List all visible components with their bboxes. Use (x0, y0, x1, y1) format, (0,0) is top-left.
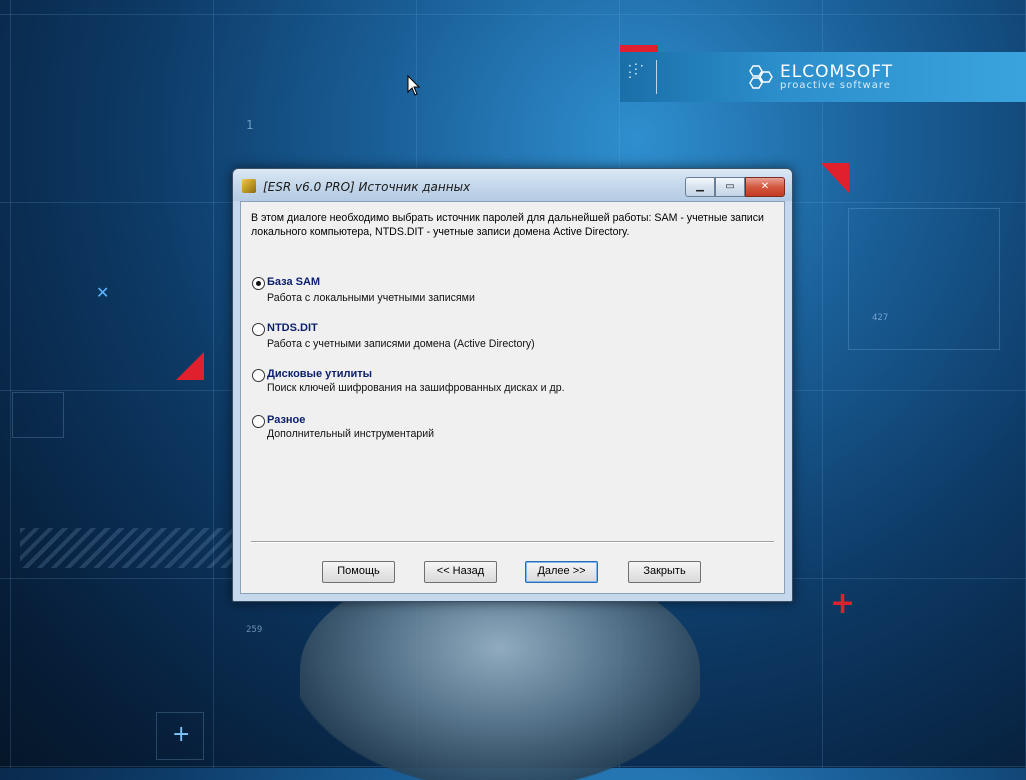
option-title[interactable]: NTDS.DIT (267, 322, 318, 334)
banner-red-accent (620, 45, 658, 52)
radio-disk-utils[interactable] (252, 369, 265, 382)
elcomsoft-logo-icon (749, 65, 773, 89)
red-corner-triangle (176, 352, 204, 380)
close-button[interactable]: Закрыть (628, 561, 701, 583)
minimize-icon: ▁ (696, 181, 704, 192)
deco-square (12, 392, 64, 438)
deco-number: 1 (246, 118, 254, 132)
radio-misc[interactable] (252, 415, 265, 428)
mouse-cursor-icon (407, 75, 421, 96)
cross-mark-icon: ✕ (96, 283, 110, 302)
button-separator (251, 541, 774, 543)
close-icon: ✕ (760, 181, 770, 192)
maximize-icon: ▭ (725, 181, 735, 192)
brand-name: ELCOMSOFT (780, 62, 894, 82)
deco-number: 427 (872, 313, 889, 323)
back-button[interactable]: << Назад (424, 561, 497, 583)
brand-tagline: proactive software (780, 80, 891, 91)
radio-sam[interactable] (252, 277, 265, 290)
red-plus-mark-icon: + (830, 586, 856, 621)
option-subtitle: Дополнительный инструментарий (267, 428, 435, 440)
option-title[interactable]: База SAM (267, 276, 320, 288)
minimize-button[interactable]: ▁ (685, 177, 715, 197)
banner-divider (656, 60, 657, 94)
dialog-description: В этом диалоге необходимо выбрать источн… (251, 212, 764, 238)
option-subtitle: Работа с локальными учетными записями (267, 292, 475, 304)
plus-mark-icon: + (172, 722, 191, 747)
dots-icon: ·:·:· (628, 59, 646, 81)
close-window-button[interactable]: ✕ (745, 177, 785, 197)
red-corner-triangle (821, 163, 849, 193)
option-title[interactable]: Разное (267, 414, 305, 426)
deco-square (848, 208, 1000, 350)
help-button[interactable]: Помощь (322, 561, 395, 583)
option-subtitle: Работа с учетными записями домена (Activ… (267, 338, 535, 350)
window-title: [ESR v6.0 PRO] Источник данных (263, 180, 471, 194)
app-icon (242, 179, 256, 193)
deco-number: 259 (246, 625, 263, 635)
maximize-button[interactable]: ▭ (715, 177, 745, 197)
option-title[interactable]: Дисковые утилиты (267, 368, 372, 380)
dialog-content: В этом диалоге необходимо выбрать источн… (240, 201, 785, 594)
next-button[interactable]: Далее >> (525, 561, 598, 583)
data-source-dialog: [ESR v6.0 PRO] Источник данных ▁ ▭ ✕ В э… (232, 168, 793, 602)
title-bar[interactable]: [ESR v6.0 PRO] Источник данных ▁ ▭ ✕ (233, 169, 792, 201)
option-subtitle: Поиск ключей шифрования на зашифрованных… (267, 382, 565, 394)
radio-ntds[interactable] (252, 323, 265, 336)
